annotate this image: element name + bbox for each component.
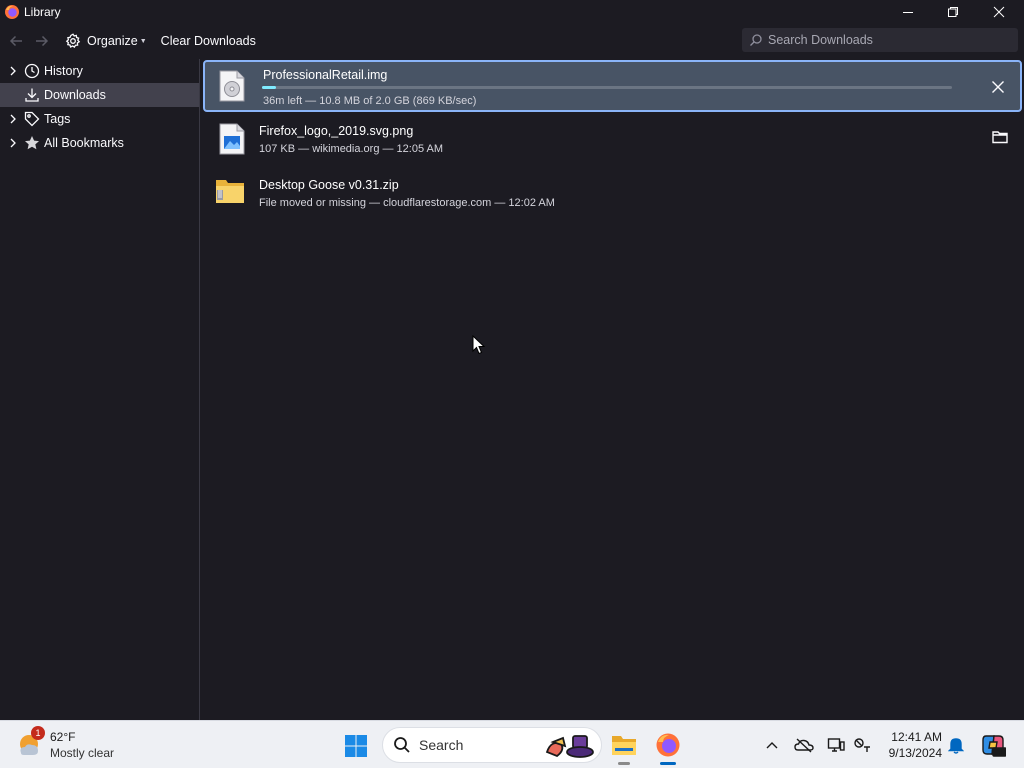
svg-text:PRE: PRE <box>994 750 1006 757</box>
sidebar-item-label: Downloads <box>44 88 106 102</box>
download-progress-fill <box>262 86 276 89</box>
download-icon <box>24 87 40 103</box>
search-downloads-box[interactable] <box>742 28 1018 52</box>
arrow-left-icon <box>9 35 22 47</box>
clock[interactable]: 12:41 AM 9/13/2024 <box>876 729 942 761</box>
onedrive-offline-icon <box>794 738 814 753</box>
onedrive-status[interactable] <box>794 735 814 755</box>
search-icon <box>750 34 762 46</box>
copilot-icon: PRE <box>982 735 1006 757</box>
start-button[interactable] <box>340 730 372 762</box>
cancel-icon <box>992 81 1004 93</box>
download-status: File moved or missing — cloudflarestorag… <box>259 197 555 209</box>
sidebar-item-label: History <box>44 64 83 78</box>
weather-temperature: 62°F <box>50 730 76 744</box>
download-filename: Desktop Goose v0.31.zip <box>259 178 399 192</box>
download-filename: ProfessionalRetail.img <box>263 68 388 82</box>
sidebar-item-label: All Bookmarks <box>44 136 124 150</box>
tag-icon <box>24 111 40 127</box>
star-icon <box>24 135 40 151</box>
restore-button[interactable] <box>930 0 976 23</box>
sidebar-tree: History Downloads Tags All Bookmarks <box>0 59 200 720</box>
notifications-button[interactable] <box>946 735 966 755</box>
taskbar-search-label: Search <box>419 737 464 753</box>
back-button[interactable] <box>5 30 27 52</box>
organize-label: Organize <box>87 34 138 48</box>
clock-icon <box>24 63 40 79</box>
running-indicator <box>618 762 630 765</box>
display-status[interactable] <box>826 735 846 755</box>
mouse-cursor <box>472 335 486 355</box>
window-title: Library <box>24 4 61 19</box>
cancel-download-button[interactable] <box>988 77 1008 97</box>
chevron-right-icon[interactable] <box>7 66 19 76</box>
active-indicator <box>660 762 676 765</box>
bell-icon <box>948 738 964 754</box>
taskbar-search[interactable]: Search <box>382 727 602 763</box>
weather-widget[interactable]: 1 62°F Mostly clear <box>16 726 136 763</box>
download-progress-bar <box>262 86 952 89</box>
sidebar-item-label: Tags <box>44 112 71 126</box>
downloads-list: ProfessionalRetail.img 36m left — 10.8 M… <box>201 59 1024 720</box>
toolbar: Organize ▼ Clear Downloads <box>0 23 1024 59</box>
weather-description: Mostly clear <box>50 746 115 760</box>
network-status[interactable] <box>852 735 872 755</box>
show-in-folder-button[interactable] <box>990 127 1010 147</box>
close-icon <box>993 6 1005 17</box>
minimize-button[interactable] <box>885 0 931 23</box>
disc-image-file-icon <box>219 70 245 102</box>
folder-icon <box>992 131 1008 144</box>
library-window: Library Organize ▼ Clear Downloads Searc… <box>0 0 1024 720</box>
sidebar-item-all-bookmarks[interactable]: All Bookmarks <box>0 131 199 155</box>
clock-date: 9/13/2024 <box>888 746 942 760</box>
copilot-button[interactable]: PRE <box>980 732 1006 758</box>
taskbar: 1 62°F Mostly clear Search 12:41 AM 9/13… <box>0 720 1024 768</box>
download-item[interactable]: ProfessionalRetail.img 36m left — 10.8 M… <box>203 60 1022 112</box>
restore-icon <box>948 6 958 17</box>
search-highlight-icon <box>545 735 594 758</box>
firefox-icon <box>5 4 19 19</box>
chevron-right-icon[interactable] <box>7 114 19 124</box>
sidebar-item-history[interactable]: History <box>0 59 199 83</box>
display-icon <box>827 738 845 752</box>
download-filename: Firefox_logo,_2019.svg.png <box>259 124 414 138</box>
title-bar: Library <box>0 0 1024 23</box>
download-item[interactable]: Firefox_logo,_2019.svg.png 107 KB — wiki… <box>201 112 1024 166</box>
sidebar-item-downloads[interactable]: Downloads <box>0 83 199 107</box>
clear-downloads-button[interactable]: Clear Downloads <box>161 34 256 48</box>
chevron-down-icon: ▼ <box>139 37 147 45</box>
image-file-icon <box>219 123 245 155</box>
file-explorer-icon <box>612 736 636 755</box>
download-status: 107 KB — wikimedia.org — 12:05 AM <box>259 143 444 155</box>
download-status: 36m left — 10.8 MB of 2.0 GB (869 KB/sec… <box>263 95 477 107</box>
forward-button[interactable] <box>31 30 53 52</box>
arrow-right-icon <box>36 35 49 47</box>
chevron-right-icon[interactable] <box>7 138 19 148</box>
search-icon <box>394 737 410 753</box>
show-hidden-icons-button[interactable] <box>762 735 782 755</box>
zip-folder-icon <box>216 180 244 203</box>
network-icon <box>854 738 870 752</box>
windows-logo-icon <box>345 735 367 757</box>
close-button[interactable] <box>976 0 1022 23</box>
search-input[interactable] <box>768 33 1008 47</box>
download-item[interactable]: Desktop Goose v0.31.zip File moved or mi… <box>201 166 1024 220</box>
weather-notification-badge: 1 <box>31 726 45 740</box>
minimize-icon <box>903 11 913 13</box>
clock-time: 12:41 AM <box>891 730 942 744</box>
organize-menu-button[interactable]: Organize ▼ <box>65 29 147 53</box>
gear-icon <box>65 33 81 49</box>
sidebar-item-tags[interactable]: Tags <box>0 107 199 131</box>
firefox-icon <box>656 733 680 757</box>
chevron-up-icon <box>766 742 778 749</box>
taskbar-firefox[interactable] <box>650 727 686 765</box>
taskbar-file-explorer[interactable] <box>606 727 642 765</box>
